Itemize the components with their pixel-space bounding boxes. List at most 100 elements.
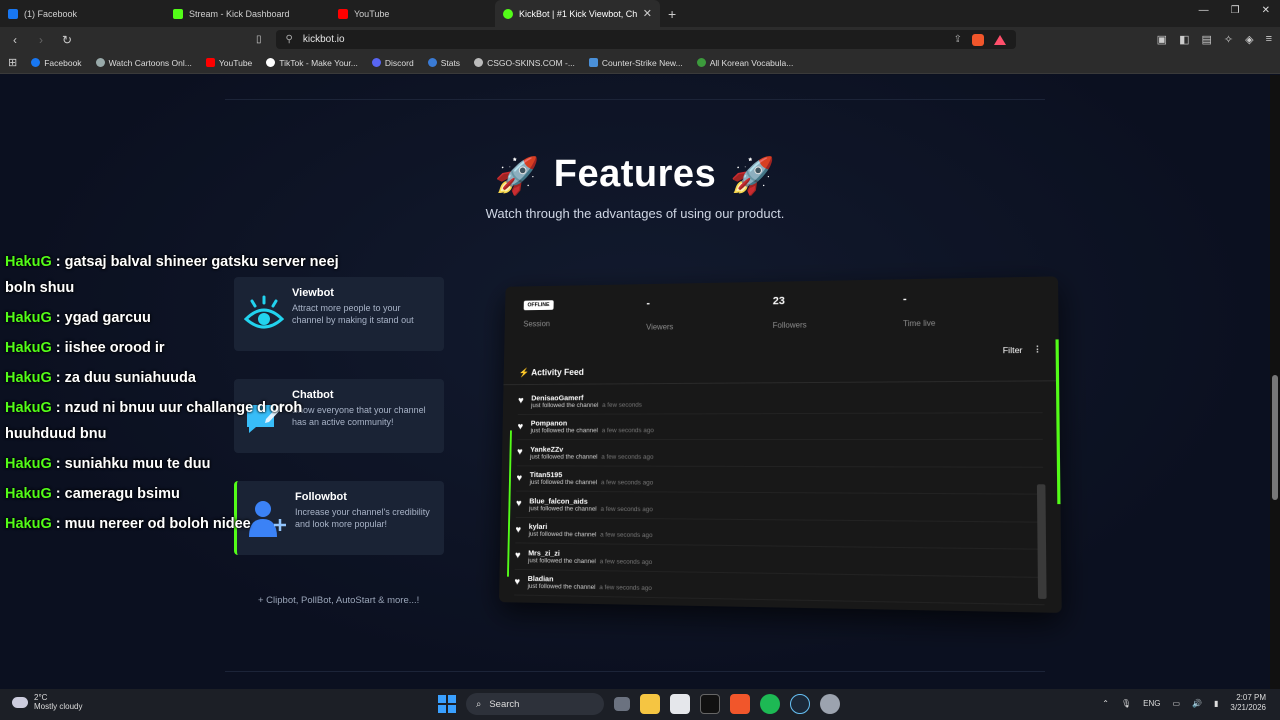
bookmark-csgo-skins[interactable]: CSGO-SKINS.COM -... bbox=[474, 58, 575, 68]
tab-kick-dashboard[interactable]: Stream - Kick Dashboard bbox=[165, 0, 330, 27]
epic-games-icon[interactable] bbox=[700, 694, 720, 714]
bookmark-discord[interactable]: Discord bbox=[371, 58, 414, 68]
stat-value: 23 bbox=[772, 295, 785, 308]
heart-icon: ♥ bbox=[516, 472, 523, 484]
settings-icon[interactable] bbox=[820, 694, 840, 714]
stat-label: Followers bbox=[772, 320, 807, 330]
taskbar-search[interactable]: ⌕ Search bbox=[466, 693, 604, 715]
stat-label: Session bbox=[523, 319, 551, 329]
stats-icon bbox=[427, 58, 437, 67]
battery-icon[interactable]: ▮ bbox=[1214, 699, 1218, 708]
forward-icon[interactable]: › bbox=[34, 33, 48, 47]
maximize-icon[interactable]: ❐ bbox=[1231, 5, 1240, 16]
language-indicator[interactable]: ENG bbox=[1143, 699, 1160, 708]
csgo-icon bbox=[474, 58, 484, 67]
bookmarks-bar: ⊞ Facebook Watch Cartoons Onl... YouTube… bbox=[0, 52, 1280, 74]
site-info-icon[interactable]: ⚲ bbox=[286, 34, 293, 45]
heart-icon: ♥ bbox=[515, 498, 522, 510]
list-item: ♥ Titan5195 just followed the channel a few… bbox=[516, 465, 1044, 495]
filter-button[interactable]: Filter bbox=[1003, 344, 1023, 354]
top-divider bbox=[225, 99, 1045, 100]
wallet-icon[interactable]: ▤ bbox=[1201, 33, 1211, 46]
dashboard-preview: OFFLINE Session - Viewers 23 Followers -… bbox=[498, 276, 1062, 613]
close-tab-icon[interactable]: ✕ bbox=[643, 7, 652, 20]
menu-icon[interactable]: ≡ bbox=[1266, 33, 1272, 46]
more-options-icon[interactable]: ⋮ bbox=[1033, 344, 1042, 355]
clock[interactable]: 2:07 PM 3/21/2026 bbox=[1230, 693, 1266, 713]
tab-bar: (1) Facebook Stream - Kick Dashboard You… bbox=[0, 0, 1280, 27]
chat-message: HakuG : muu nereer od boloh nidee bbox=[5, 516, 251, 532]
bookmark-watch-cartoons[interactable]: Watch Cartoons Onl... bbox=[95, 58, 192, 68]
windows-start-icon[interactable] bbox=[438, 695, 456, 713]
chat-message-wrap: boln shuu bbox=[5, 280, 75, 296]
new-tab-button[interactable]: + bbox=[668, 6, 676, 22]
chat-message: HakuG : gatsaj balval shineer gatsku ser… bbox=[5, 254, 339, 270]
url-input[interactable]: ▯ ⚲ kickbot.io ⇪ bbox=[256, 30, 1016, 49]
stat-label: Time live bbox=[903, 318, 936, 329]
volume-icon[interactable]: 🔊 bbox=[1192, 699, 1202, 708]
steam-icon[interactable] bbox=[790, 694, 810, 714]
facebook-icon bbox=[31, 58, 41, 67]
minimize-icon[interactable]: — bbox=[1199, 5, 1209, 16]
list-item: ♥ YankeZZv just followed the channel a few … bbox=[516, 439, 1044, 468]
stat-viewers: - Viewers bbox=[646, 295, 773, 344]
apps-grid-icon[interactable]: ⊞ bbox=[8, 56, 17, 69]
network-icon[interactable]: ▭ bbox=[1172, 699, 1180, 708]
leo-icon[interactable]: ✧ bbox=[1224, 33, 1233, 46]
korean-vocab-icon bbox=[696, 58, 706, 67]
stat-label: Viewers bbox=[646, 322, 674, 332]
stat-value: - bbox=[646, 297, 651, 310]
search-icon: ⌕ bbox=[476, 698, 482, 710]
list-item: ♥ DenisaoGamerf just followed the channel a… bbox=[517, 385, 1043, 415]
chat-message: HakuG : nzud ni bnuu uur challange d oro… bbox=[5, 400, 303, 416]
share-icon[interactable]: ⇪ bbox=[954, 34, 962, 45]
bookmark-korean-vocab[interactable]: All Korean Vocabula... bbox=[696, 58, 793, 68]
features-heading: 🚀 Features 🚀 bbox=[0, 153, 1270, 197]
chat-message: HakuG : za duu suniahuuda bbox=[5, 370, 196, 386]
heart-icon: ♥ bbox=[516, 447, 523, 458]
microphone-icon[interactable]: 🎙 bbox=[1121, 699, 1131, 708]
task-view-icon[interactable] bbox=[614, 697, 630, 711]
brave-shield-icon[interactable] bbox=[972, 33, 984, 46]
bookmark-counter-strike[interactable]: Counter-Strike New... bbox=[588, 58, 683, 68]
back-icon[interactable]: ‹ bbox=[8, 33, 22, 47]
youtube-icon bbox=[338, 8, 348, 19]
bookmark-youtube[interactable]: YouTube bbox=[205, 58, 252, 68]
rocket-icon: 🚀 bbox=[730, 154, 776, 196]
brave-browser-icon[interactable] bbox=[730, 694, 750, 714]
page-scrollbar[interactable] bbox=[1270, 75, 1280, 689]
kickbot-icon bbox=[503, 8, 513, 19]
file-explorer-icon[interactable] bbox=[640, 694, 660, 714]
spotify-icon[interactable] bbox=[760, 694, 780, 714]
close-window-icon[interactable]: ✕ bbox=[1262, 5, 1270, 16]
bookmark-icon[interactable]: ▯ bbox=[256, 34, 262, 45]
taskbar-apps: ⌕ Search bbox=[438, 693, 840, 715]
activity-feed: ♥ DenisaoGamerf just followed the channel a… bbox=[499, 381, 1062, 609]
tab-facebook[interactable]: (1) Facebook bbox=[0, 0, 165, 27]
bookmark-stats[interactable]: Stats bbox=[427, 58, 460, 68]
bookmark-facebook[interactable]: Facebook bbox=[31, 58, 82, 68]
features-subtitle: Watch through the advantages of using ou… bbox=[485, 206, 785, 221]
sidebar-icon[interactable]: ◧ bbox=[1179, 33, 1189, 46]
bookmark-tiktok[interactable]: TikTok - Make Your... bbox=[266, 58, 358, 68]
feed-scrollbar[interactable] bbox=[1036, 484, 1047, 599]
weather-widget[interactable]: 2°C Mostly cloudy bbox=[12, 693, 82, 711]
tray-overflow-icon[interactable]: ⌃ bbox=[1102, 699, 1109, 708]
reload-icon[interactable]: ↻ bbox=[60, 33, 74, 47]
bottom-divider bbox=[225, 671, 1045, 672]
tab-kickbot[interactable]: KickBot | #1 Kick Viewbot, Chatb ✕ bbox=[495, 0, 660, 27]
counter-strike-icon bbox=[588, 58, 598, 67]
tiktok-icon bbox=[266, 58, 276, 67]
youtube-icon bbox=[205, 58, 215, 67]
chat-message: HakuG : suniahku muu te duu bbox=[5, 456, 211, 472]
brave-rewards-icon[interactable] bbox=[994, 34, 1006, 45]
store-icon[interactable] bbox=[670, 694, 690, 714]
media-icon[interactable]: ▣ bbox=[1157, 33, 1167, 46]
lightning-icon: ⚡ bbox=[518, 367, 530, 378]
cloud-icon bbox=[12, 696, 28, 708]
tab-youtube[interactable]: YouTube bbox=[330, 0, 495, 27]
features-title-text: Features bbox=[553, 153, 717, 195]
scrollbar-thumb[interactable] bbox=[1272, 375, 1278, 500]
vpn-icon[interactable]: ◈ bbox=[1245, 33, 1253, 46]
stats-row: OFFLINE Session - Viewers 23 Followers -… bbox=[504, 276, 1058, 345]
